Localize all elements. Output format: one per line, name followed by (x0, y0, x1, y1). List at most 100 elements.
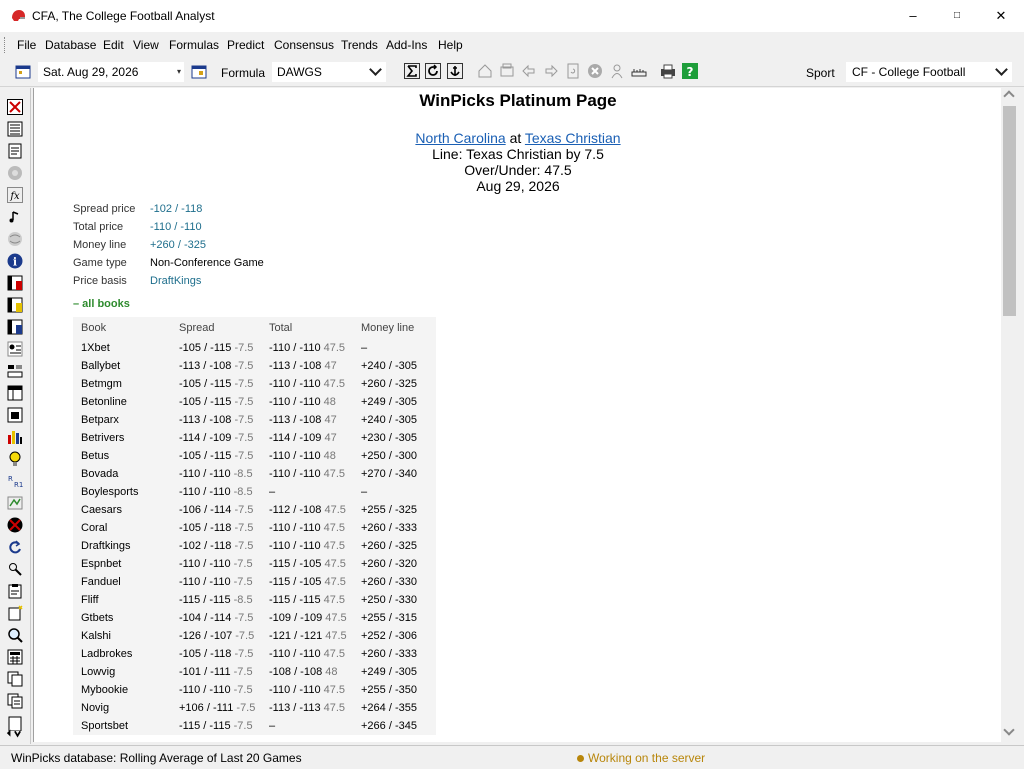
target-icon[interactable] (7, 517, 23, 533)
copy-icon[interactable] (7, 671, 23, 687)
stop-icon[interactable] (587, 63, 603, 79)
user-icon[interactable] (609, 63, 625, 79)
spreadsheet-blue-icon[interactable] (7, 319, 23, 335)
home-icon[interactable] (477, 63, 493, 79)
music-note-icon[interactable] (7, 209, 23, 225)
money-line: +264 / -355 (361, 702, 417, 714)
book-name-cell: Betmgm (73, 375, 171, 393)
help-icon[interactable]: ? (682, 63, 698, 79)
scroll-up-icon[interactable] (1003, 90, 1015, 102)
total-line: 47.5 (324, 504, 346, 516)
price-basis-value[interactable]: DraftKings (150, 275, 201, 287)
server-status-text: Working on the server (588, 751, 706, 765)
minimize-button[interactable]: – (890, 0, 936, 32)
info-icon[interactable]: i (7, 253, 23, 269)
status-dot-icon (577, 755, 584, 762)
new-page-icon[interactable] (7, 605, 23, 621)
maximize-button[interactable]: □ (934, 0, 980, 32)
document-icon[interactable] (7, 143, 23, 159)
forward-arrow-icon[interactable] (543, 63, 559, 79)
cycle-icon[interactable] (7, 539, 23, 555)
money-line: +250 / -300 (361, 450, 417, 462)
money-line: +260 / -330 (361, 576, 417, 588)
spread-price: -110 / -110 (179, 684, 231, 696)
menu-consensus[interactable]: Consensus (274, 38, 334, 52)
money-line-cell: +260 / -320 (353, 555, 436, 573)
printer-icon[interactable] (660, 63, 676, 79)
spread-cell: -114 / -109 -7.5 (171, 429, 261, 447)
total-price: -110 / -110 (269, 396, 321, 408)
spread-line: -7.5 (233, 666, 253, 678)
spreadsheet-yellow-icon[interactable] (7, 297, 23, 313)
sport-select[interactable]: CF - College Football (846, 62, 1012, 82)
home-team-link[interactable]: Texas Christian (525, 130, 621, 146)
layout-icon[interactable] (7, 385, 23, 401)
menu-database[interactable]: Database (45, 38, 96, 52)
menu-file[interactable]: File (17, 38, 36, 52)
list-icon[interactable] (7, 121, 23, 137)
all-books-toggle[interactable]: – all books (73, 298, 130, 310)
menu-predict[interactable]: Predict (227, 38, 264, 52)
bar-chart-icon[interactable] (7, 429, 23, 445)
formula-select[interactable]: DAWGS (272, 62, 386, 82)
print-preview-icon[interactable] (499, 63, 515, 79)
calendar-icon[interactable] (15, 63, 31, 79)
lightbulb-icon[interactable] (7, 451, 23, 467)
menu-trends[interactable]: Trends (341, 38, 378, 52)
spread-price: -115 / -115 (179, 720, 231, 732)
total-line: 47.5 (323, 594, 346, 606)
duplicate-icon[interactable] (7, 693, 23, 709)
menu-add-ins[interactable]: Add-Ins (386, 38, 427, 52)
spread-price: -113 / -108 (179, 360, 232, 372)
date-spinner-icon[interactable]: ▾ (177, 62, 181, 82)
page-refresh-icon[interactable] (565, 63, 581, 79)
menu-help[interactable]: Help (438, 38, 463, 52)
date-field[interactable]: Sat. Aug 29, 2026 ▾ (38, 62, 184, 82)
away-team-link[interactable]: North Carolina (415, 130, 505, 146)
window-icon[interactable] (7, 407, 23, 423)
title-bar: CFA, The College Football Analyst – □ ✕ (0, 0, 1024, 32)
total-price-value[interactable]: -110 / -110 (150, 221, 202, 233)
search-magnify-icon[interactable] (7, 561, 23, 577)
detail-label: Price basis (73, 275, 127, 287)
scroll-down-arrow-icon[interactable] (1003, 724, 1015, 736)
vertical-scrollbar[interactable] (1001, 88, 1018, 742)
menu-view[interactable]: View (133, 38, 159, 52)
zoom-icon[interactable] (7, 627, 23, 643)
globe-icon[interactable] (7, 231, 23, 247)
ranking-icon[interactable]: RR1 (7, 473, 23, 489)
spread-price-value[interactable]: -102 / -118 (150, 203, 202, 215)
toolbar: Sat. Aug 29, 2026 ▾ Formula DAWGS ? Spor… (0, 58, 1024, 87)
map-icon[interactable] (7, 495, 23, 511)
book-name-cell: Ballybet (73, 357, 171, 375)
menu-edit[interactable]: Edit (103, 38, 124, 52)
scroll-down-icon[interactable] (6, 726, 22, 742)
calculator-icon[interactable] (7, 649, 23, 665)
book-name-cell: Coral (73, 519, 171, 537)
anchor-icon[interactable] (447, 63, 463, 79)
matchup-icon[interactable] (7, 99, 23, 115)
spread-cell: +106 / -111 -7.5 (171, 699, 261, 717)
function-icon[interactable]: fx (7, 187, 23, 203)
menu-formulas[interactable]: Formulas (169, 38, 219, 52)
total-cell: -115 / -105 47.5 (261, 573, 353, 591)
detail-label: Total price (73, 221, 124, 233)
columns-icon[interactable] (7, 363, 23, 379)
money-line: – (361, 342, 368, 354)
close-button[interactable]: ✕ (978, 0, 1024, 32)
ruler-icon[interactable] (631, 63, 647, 79)
clipboard-icon[interactable] (7, 583, 23, 599)
money-line-value[interactable]: +260 / -325 (150, 239, 206, 251)
back-arrow-icon[interactable] (521, 63, 537, 79)
money-line-cell: +266 / -345 (353, 717, 436, 735)
globe-gray-icon[interactable] (7, 165, 23, 181)
scrollbar-thumb[interactable] (1003, 106, 1016, 316)
spread-cell: -110 / -110 -7.5 (171, 555, 261, 573)
book-name: Betmgm (81, 378, 122, 390)
settings-list-icon[interactable] (7, 341, 23, 357)
sigma-icon[interactable] (404, 63, 420, 79)
refresh-icon[interactable] (425, 63, 441, 79)
spreadsheet-red-icon[interactable] (7, 275, 23, 291)
spread-price: -110 / -110 (179, 468, 231, 480)
calendar-next-icon[interactable] (191, 63, 207, 79)
